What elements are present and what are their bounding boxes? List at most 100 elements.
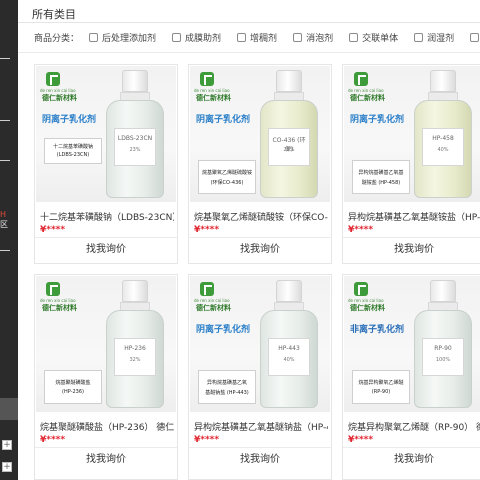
brand-logo-icon xyxy=(354,282,368,296)
filter-option[interactable]: 增稠剂 xyxy=(237,31,277,44)
product-card[interactable]: de ren xin cai liao 德仁新材料 阴离子乳化剂 HP-458 … xyxy=(342,64,480,264)
expand-plus-icon[interactable]: + xyxy=(2,440,12,450)
card-line-2: (HP-236) xyxy=(62,389,84,395)
card-line-1: 烷基聚氧乙烯醚硫酸铵 xyxy=(201,170,252,176)
sidebar-selected-block[interactable] xyxy=(0,398,18,420)
checkbox[interactable] xyxy=(470,32,480,42)
category-filter-bar: 商品分类： 后处理添加剂 成膜助剂 增稠剂 消泡剂 交联单体 润湿剂 乳 xyxy=(34,30,480,44)
product-card[interactable]: de ren xin cai liao 德仁新材料 阴离子乳化剂 CO-436 … xyxy=(188,64,332,264)
product-price: ¥**** xyxy=(40,435,66,445)
card-line-1: 十二烷基苯磺酸钠 xyxy=(52,144,93,150)
left-sidebar: H 区 + + xyxy=(0,0,18,480)
product-name[interactable]: 异构烷基磺基乙氧基醚钠盐（HP-443） xyxy=(194,420,328,433)
product-price: ¥**** xyxy=(40,225,66,235)
filter-option-label: 成膜助剂 xyxy=(185,33,222,44)
bottle-percent: 100% xyxy=(435,357,451,363)
filter-label: 商品分类： xyxy=(34,33,80,44)
product-name-card: 异构烷基磺基乙氧基 醚铵盐 (HP-458) xyxy=(352,160,410,194)
filter-option-label: 后处理添加剂 xyxy=(102,33,157,44)
product-image[interactable]: de ren xin cai liao 德仁新材料 阴离子乳化剂 CO-436 … xyxy=(190,66,330,202)
product-price: ¥**** xyxy=(348,225,374,235)
bottle-percent: 28% xyxy=(283,147,295,153)
card-line-1: 异构烷基磺基乙氧 xyxy=(206,380,247,386)
sidebar-divider xyxy=(0,160,10,161)
bottle-percent: 40% xyxy=(437,147,449,153)
checkbox[interactable] xyxy=(414,32,424,42)
filter-option-label: 增稠剂 xyxy=(250,33,278,44)
bottle-code: LDBS-23CN xyxy=(117,135,153,142)
filter-option[interactable]: 后处理添加剂 xyxy=(89,31,156,44)
card-line-2: (RP-90) xyxy=(371,389,391,395)
product-price: ¥**** xyxy=(348,435,374,445)
sidebar-divider xyxy=(0,58,10,59)
product-name-card: 烷基聚醚磺酸盐 (HP-236) xyxy=(44,370,102,404)
sidebar-text-fragment: H xyxy=(0,210,7,219)
filter-option[interactable]: 乳 xyxy=(470,31,480,44)
bottle-percent: 40% xyxy=(283,357,295,363)
card-line-2: (环保CO-436) xyxy=(210,180,244,186)
product-name-card: 烷基异构聚氧乙烯醚 (RP-90) xyxy=(352,370,410,404)
bottle-code: HP-236 xyxy=(124,345,146,352)
product-name[interactable]: 烷基聚氧乙烯醚硫酸铵（环保CO-436） xyxy=(194,210,328,223)
bottle-cap xyxy=(430,280,456,302)
product-image[interactable]: de ren xin cai liao 德仁新材料 阴离子乳化剂 LDBS-23… xyxy=(36,66,176,202)
filter-option[interactable]: 润湿剂 xyxy=(414,31,454,44)
product-image[interactable]: de ren xin cai liao 德仁新材料 阴离子乳化剂 HP-458 … xyxy=(344,66,480,202)
product-name-card: 异构烷基磺基乙氧 基醚钠盐 (HP-443) xyxy=(198,370,256,404)
product-name[interactable]: 十二烷基苯磺酸钠（LDBS-23CN） xyxy=(40,210,174,223)
page-title: 所有类目 xyxy=(32,8,76,21)
brand-name: 德仁新材料 xyxy=(196,304,231,312)
header-divider xyxy=(18,22,480,23)
product-category-banner: 阴离子乳化剂 xyxy=(196,325,251,335)
inquiry-button[interactable]: 找我询价 xyxy=(189,241,331,259)
card-line-2: 基醚钠盐 (HP-443) xyxy=(205,390,249,396)
expand-plus-icon[interactable]: + xyxy=(2,462,12,472)
inquiry-button[interactable]: 找我询价 xyxy=(35,241,177,259)
product-name[interactable]: 烷基异构聚氧乙烯醚（RP-90） 德仁新材料 xyxy=(348,420,480,433)
product-name[interactable]: 烷基聚醚磺酸盐（HP-236） 德仁新材料 xyxy=(40,420,174,433)
brand-logo-icon xyxy=(200,282,214,296)
product-card[interactable]: de ren xin cai liao 德仁新材料 阴离子乳化剂 LDBS-23… xyxy=(34,64,178,264)
product-image[interactable]: de ren xin cai liao 德仁新材料 阴离子乳化剂 HP-443 … xyxy=(190,276,330,412)
inquiry-button[interactable]: 找我询价 xyxy=(189,451,331,469)
brand-logo-icon xyxy=(46,72,60,86)
card-line-1: 异构烷基磺基乙氧基 xyxy=(358,170,404,176)
brand-name: 德仁新材料 xyxy=(42,94,77,102)
product-image[interactable]: de ren xin cai liao 德仁新材料 非离子乳化剂 RP-90 1… xyxy=(344,276,480,412)
bottle-label: HP-236 32% xyxy=(114,338,156,376)
product-card[interactable]: de ren xin cai liao 德仁新材料 非离子乳化剂 RP-90 1… xyxy=(342,274,480,480)
bottle-percent: 23% xyxy=(129,147,141,153)
filter-divider xyxy=(18,52,480,53)
filter-option[interactable]: 消泡剂 xyxy=(293,31,333,44)
sidebar-text-fragment: 区 xyxy=(0,220,8,229)
bottle-code: RP-90 xyxy=(434,345,452,352)
checkbox[interactable] xyxy=(349,32,359,42)
card-line-1: 烷基聚醚磺酸盐 xyxy=(55,380,91,386)
product-price: ¥**** xyxy=(194,435,220,445)
bottle-label: HP-458 40% xyxy=(422,128,464,166)
bottle-cap xyxy=(122,70,148,92)
checkbox[interactable] xyxy=(237,32,247,42)
product-name[interactable]: 异构烷基磺基乙氧基醚铵盐（HP-458） xyxy=(348,210,480,223)
checkbox[interactable] xyxy=(293,32,303,42)
inquiry-button[interactable]: 找我询价 xyxy=(343,451,480,469)
product-image[interactable]: de ren xin cai liao 德仁新材料 HP-236 32% 烷基聚… xyxy=(36,276,176,412)
brand-name: 德仁新材料 xyxy=(42,304,77,312)
filter-option[interactable]: 成膜助剂 xyxy=(172,31,221,44)
brand-logo-icon xyxy=(200,72,214,86)
product-name-card: 烷基聚氧乙烯醚硫酸铵 (环保CO-436) xyxy=(198,160,256,194)
product-category-banner: 阴离子乳化剂 xyxy=(350,115,405,125)
brand-logo-icon xyxy=(46,282,60,296)
inquiry-button[interactable]: 找我询价 xyxy=(343,241,480,259)
product-card[interactable]: de ren xin cai liao 德仁新材料 HP-236 32% 烷基聚… xyxy=(34,274,178,480)
filter-option[interactable]: 交联单体 xyxy=(349,31,398,44)
product-price: ¥**** xyxy=(194,225,220,235)
checkbox[interactable] xyxy=(172,32,182,42)
inquiry-button[interactable]: 找我询价 xyxy=(35,451,177,469)
bottle-cap xyxy=(122,280,148,302)
brand-name: 德仁新材料 xyxy=(350,304,385,312)
checkbox[interactable] xyxy=(89,32,99,42)
brand-name: 德仁新材料 xyxy=(350,94,385,102)
bottle-cap xyxy=(276,70,302,92)
product-card[interactable]: de ren xin cai liao 德仁新材料 阴离子乳化剂 HP-443 … xyxy=(188,274,332,480)
